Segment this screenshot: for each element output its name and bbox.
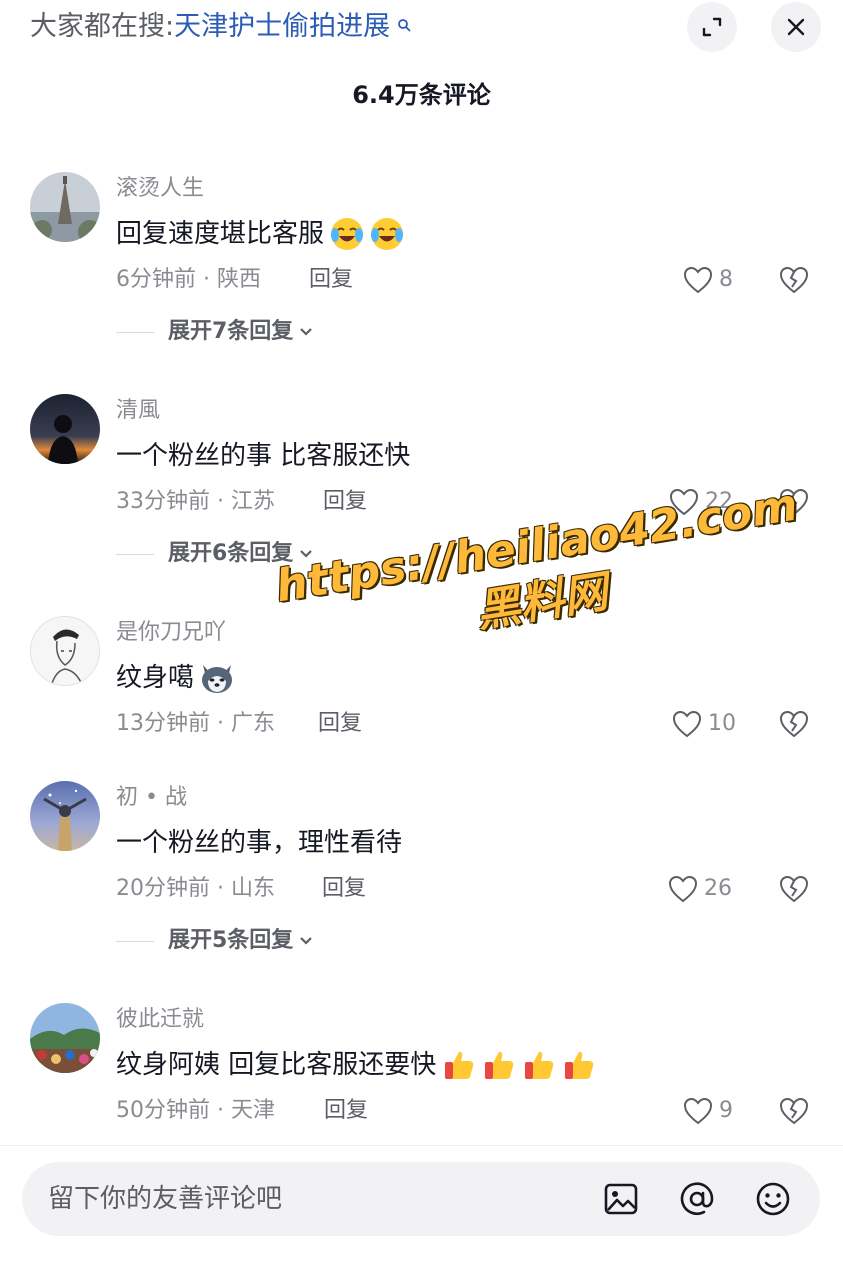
like-button[interactable]: 10 <box>672 709 736 739</box>
search-suggestion-bar[interactable]: 大家都在搜:天津护士偷拍进展 <box>30 8 411 46</box>
comment-text: 纹身噶 <box>116 660 234 696</box>
husky-emoji <box>202 665 233 693</box>
like-count: 10 <box>708 711 736 736</box>
heart-icon <box>683 266 713 294</box>
expand-icon <box>702 17 722 37</box>
comment-username[interactable]: 滚烫人生 <box>116 174 204 204</box>
search-icon <box>392 18 411 36</box>
comment-text-content: 一个粉丝的事，理性看待 <box>116 828 403 858</box>
crying-laughing-emoji <box>331 218 364 250</box>
divider <box>116 331 154 333</box>
comment-meta: 33分钟前 · 江苏 <box>116 489 275 514</box>
chevron-down-icon <box>300 937 313 945</box>
broken-heart-icon[interactable] <box>778 874 810 904</box>
image-icon[interactable] <box>602 1180 640 1218</box>
thumbs-up-emoji <box>565 1051 594 1079</box>
divider <box>116 940 154 942</box>
reply-button[interactable]: 回复 <box>322 874 366 904</box>
search-prefix: 大家都在搜: <box>30 11 175 42</box>
avatar[interactable] <box>30 1003 100 1073</box>
expand-replies-button[interactable]: 展开7条回复 <box>116 317 315 347</box>
comment-time: 13分钟前 <box>116 711 210 736</box>
expand-replies-label: 展开7条回复 <box>168 319 294 344</box>
comment-time: 20分钟前 <box>116 876 210 901</box>
comment-text-content: 纹身噶 <box>116 663 195 693</box>
divider <box>0 1145 843 1146</box>
like-count: 9 <box>719 1098 733 1123</box>
comment-input[interactable]: 留下你的友善评论吧 <box>22 1162 820 1236</box>
comment-time: 6分钟前 <box>116 267 196 292</box>
comment-meta: 6分钟前 · 陕西 <box>116 267 261 292</box>
comment-location: 陕西 <box>216 267 261 292</box>
comment-text: 一个粉丝的事，理性看待 <box>116 825 402 861</box>
comment-username[interactable]: 是你刀兄吖 <box>116 618 226 648</box>
comment-location: 广东 <box>230 711 275 736</box>
expand-replies-label: 展开5条回复 <box>168 928 294 953</box>
like-button[interactable]: 26 <box>668 874 732 904</box>
heart-icon <box>683 1097 713 1125</box>
search-query-link[interactable]: 天津护士偷拍进展 <box>174 11 390 42</box>
broken-heart-icon[interactable] <box>778 1096 810 1126</box>
avatar[interactable] <box>30 781 100 851</box>
comment-text-content: 回复速度堪比客服 <box>116 219 325 249</box>
reply-button[interactable]: 回复 <box>324 1096 368 1126</box>
comment-text: 一个粉丝的事 比客服还快 <box>116 438 410 474</box>
like-count: 26 <box>704 876 732 901</box>
comment-time: 33分钟前 <box>116 489 210 514</box>
heart-icon <box>672 710 702 738</box>
heart-icon <box>668 875 698 903</box>
close-button[interactable] <box>771 2 821 52</box>
thumbs-up-emoji <box>525 1051 554 1079</box>
reply-button[interactable]: 回复 <box>309 265 353 295</box>
comment-username[interactable]: 彼此迁就 <box>116 1005 204 1035</box>
mention-icon[interactable] <box>678 1180 716 1218</box>
crying-laughing-emoji <box>371 218 404 250</box>
comment-username[interactable]: 清風 <box>116 396 160 426</box>
emoji-icon[interactable] <box>754 1180 792 1218</box>
comment-location: 天津 <box>230 1098 275 1123</box>
avatar[interactable] <box>30 394 100 464</box>
reply-button[interactable]: 回复 <box>318 709 362 739</box>
broken-heart-icon[interactable] <box>778 709 810 739</box>
comment-text-content: 纹身阿姨 回复比客服还要快 <box>116 1050 437 1080</box>
comment-location: 山东 <box>230 876 275 901</box>
comment-text-content: 一个粉丝的事 比客服还快 <box>116 441 411 471</box>
comment-count-title: 6.4万条评论 <box>352 81 491 109</box>
comment-meta: 13分钟前 · 广东 <box>116 711 275 736</box>
comment-location: 江苏 <box>230 489 275 514</box>
thumbs-up-emoji <box>485 1051 514 1079</box>
broken-heart-icon[interactable] <box>778 265 810 295</box>
thumbs-up-emoji <box>445 1051 474 1079</box>
chevron-down-icon <box>300 328 313 336</box>
expand-replies-button[interactable]: 展开5条回复 <box>116 926 315 956</box>
expand-button[interactable] <box>687 2 737 52</box>
avatar[interactable] <box>30 172 100 242</box>
like-button[interactable]: 9 <box>683 1096 733 1126</box>
comment-input-placeholder: 留下你的友善评论吧 <box>48 1184 283 1214</box>
comment-meta: 20分钟前 · 山东 <box>116 876 275 901</box>
comment-time: 50分钟前 <box>116 1098 210 1123</box>
comment-username[interactable]: 初 • 战 <box>116 783 187 813</box>
like-count: 8 <box>719 267 733 292</box>
close-icon <box>787 18 805 36</box>
reply-button[interactable]: 回复 <box>323 487 367 517</box>
comment-text: 回复速度堪比客服 <box>116 216 404 252</box>
comment-meta: 50分钟前 · 天津 <box>116 1098 275 1123</box>
avatar[interactable] <box>30 616 100 686</box>
like-button[interactable]: 8 <box>683 265 733 295</box>
comment-text: 纹身阿姨 回复比客服还要快 <box>116 1047 596 1083</box>
divider <box>116 553 154 555</box>
